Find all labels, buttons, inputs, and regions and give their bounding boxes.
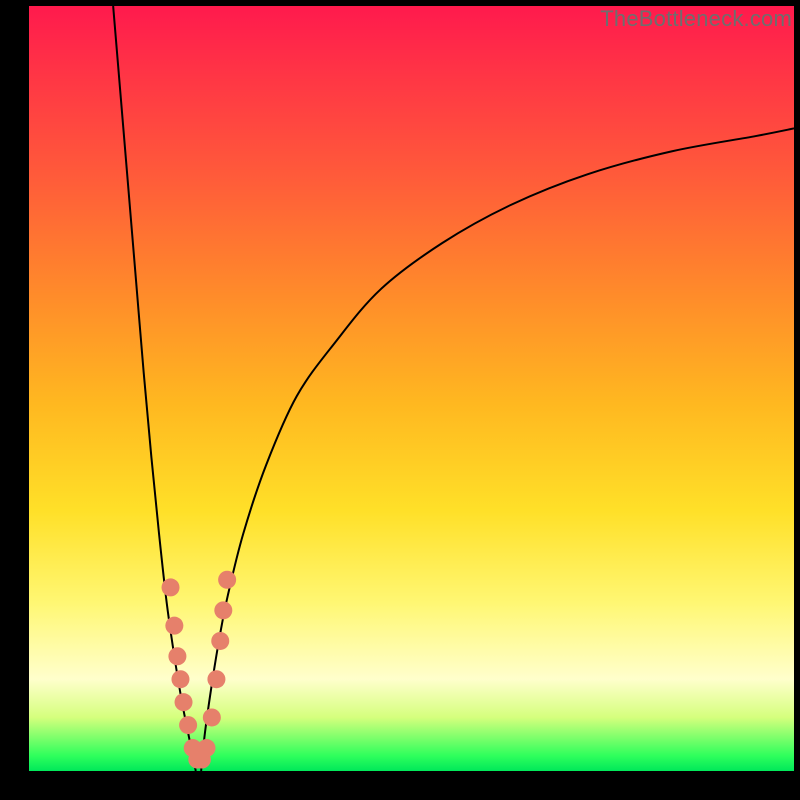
bead-marker — [165, 617, 183, 635]
bead-marker — [179, 716, 197, 734]
bead-marker — [197, 739, 215, 757]
bead-markers — [162, 571, 237, 769]
curve-layer — [29, 6, 794, 771]
bead-marker — [171, 670, 189, 688]
bead-marker — [162, 578, 180, 596]
bead-marker — [203, 708, 221, 726]
plot-area — [29, 6, 794, 771]
bead-marker — [175, 693, 193, 711]
bead-marker — [207, 670, 225, 688]
bead-marker — [218, 571, 236, 589]
curve-right-branch — [201, 128, 794, 771]
watermark-text: TheBottleneck.com — [600, 6, 792, 32]
chart-frame: TheBottleneck.com — [0, 0, 800, 800]
bead-marker — [214, 601, 232, 619]
bead-marker — [168, 647, 186, 665]
bead-marker — [211, 632, 229, 650]
